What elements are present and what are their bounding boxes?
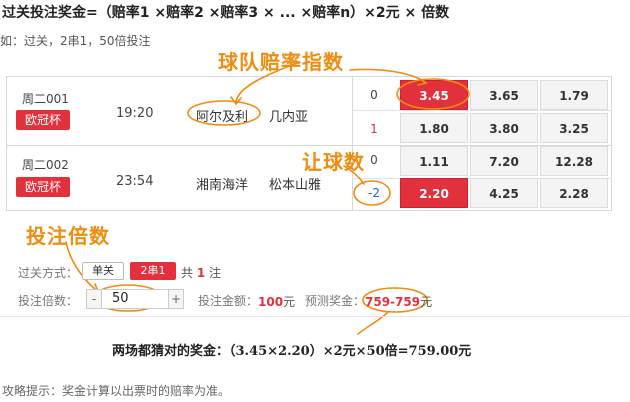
- bet-count-value: 1: [196, 266, 206, 280]
- result-calculation: 两场都猜对的奖金：（3.45×2.20）×2元×50倍=759.00元: [112, 344, 472, 359]
- section-divider: [0, 316, 630, 317]
- bet-amount-unit: 元: [283, 295, 296, 309]
- combo-2x1-button[interactable]: 2串1: [130, 262, 176, 280]
- pass-mode-label: 过关方式：: [18, 266, 79, 280]
- arrow-line-handicap: [343, 165, 365, 185]
- bet-count: 共 1 注: [181, 264, 221, 281]
- highlight-circle-team: [187, 100, 261, 126]
- multiplier-decrease-button[interactable]: -: [86, 289, 102, 309]
- strategy-tip: 攻略提示：奖金计算以出票时的赔率为准。: [2, 384, 231, 398]
- predicted-prize-value: 759-759: [365, 295, 421, 309]
- predicted-prize-label: 预测奖金：: [305, 294, 366, 308]
- arrow-line-team: [235, 61, 301, 103]
- arrow-line-odds: [349, 68, 426, 83]
- single-pass-button[interactable]: 单关: [82, 262, 124, 280]
- multiplier-input[interactable]: 50: [102, 289, 168, 309]
- multiplier-label: 投注倍数：: [18, 294, 79, 308]
- multiplier-increase-button[interactable]: +: [168, 289, 184, 309]
- bet-amount-label: 投注金额：: [198, 294, 259, 308]
- bet-count-prefix: 共: [181, 266, 194, 280]
- highlight-circle-odds: [396, 78, 470, 110]
- bet-amount-value: 100: [258, 295, 284, 309]
- highlight-circle-handicap: [353, 180, 391, 206]
- predicted-prize-unit: 元: [420, 295, 433, 309]
- bet-amount: 100元: [258, 291, 295, 310]
- bet-count-suffix: 注: [209, 266, 222, 280]
- predicted-prize: 759-759元: [365, 291, 432, 310]
